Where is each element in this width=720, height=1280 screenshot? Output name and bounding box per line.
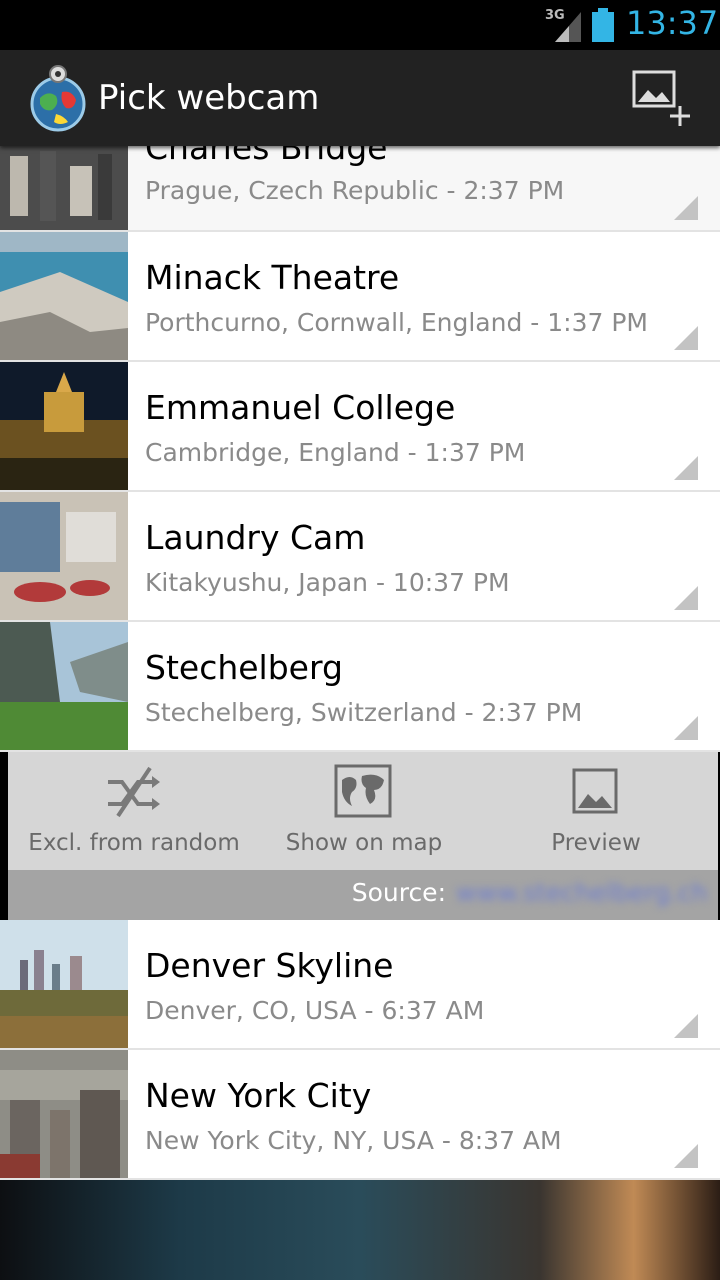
- expand-corner-icon: [674, 1144, 698, 1168]
- partial-list-item[interactable]: [0, 1180, 720, 1280]
- globe-webcam-icon[interactable]: [26, 64, 90, 132]
- list-item[interactable]: Laundry Cam Kitakyushu, Japan - 10:37 PM: [0, 492, 720, 622]
- webcam-title: Stechelberg: [145, 648, 343, 687]
- source-bar: Source: www.stechelberg.ch: [8, 870, 718, 920]
- status-bar: 3G 13:37: [0, 0, 720, 50]
- webcam-location-time: Cambridge, England - 1:37 PM: [145, 438, 526, 467]
- webcam-thumbnail: [0, 1050, 128, 1178]
- webcam-title: Denver Skyline: [145, 946, 394, 985]
- image-preview-icon: [572, 768, 618, 814]
- webcam-thumbnail: [0, 622, 128, 750]
- webcam-thumbnail: [0, 232, 128, 360]
- battery-icon: [592, 8, 614, 42]
- expand-corner-icon: [674, 1014, 698, 1038]
- add-image-button[interactable]: [632, 70, 694, 128]
- webcam-location-time: Stechelberg, Switzerland - 2:37 PM: [145, 698, 583, 727]
- webcam-thumbnail: [0, 146, 128, 230]
- expand-corner-icon: [674, 586, 698, 610]
- webcam-location-time: Porthcurno, Cornwall, England - 1:37 PM: [145, 308, 648, 337]
- expand-corner-icon: [674, 196, 698, 220]
- shuffle-off-icon: [108, 766, 160, 818]
- webcam-list: Charles Bridge Prague, Czech Republic - …: [0, 146, 720, 1280]
- list-item[interactable]: Minack Theatre Porthcurno, Cornwall, Eng…: [0, 232, 720, 362]
- signal-icon: 3G: [545, 8, 585, 42]
- show-on-map-button[interactable]: Show on map: [246, 762, 482, 862]
- list-item[interactable]: Emmanuel College Cambridge, England - 1:…: [0, 362, 720, 492]
- exclude-label: Excl. from random: [28, 830, 240, 856]
- expand-corner-icon: [674, 716, 698, 740]
- webcam-thumbnail: [0, 362, 128, 490]
- webcam-title: Laundry Cam: [145, 518, 366, 557]
- page-title: Pick webcam: [98, 78, 320, 118]
- webcam-title: Charles Bridge: [145, 146, 388, 167]
- webcam-thumbnail: [0, 920, 128, 1048]
- webcam-location-time: Denver, CO, USA - 6:37 AM: [145, 996, 485, 1025]
- preview-button[interactable]: Preview: [478, 762, 714, 862]
- add-image-icon: [632, 70, 690, 126]
- webcam-title: New York City: [145, 1076, 372, 1115]
- map-label: Show on map: [285, 830, 443, 856]
- webcam-location-time: Prague, Czech Republic - 2:37 PM: [145, 176, 565, 205]
- webcam-thumbnail: [0, 492, 128, 620]
- list-item[interactable]: New York City New York City, NY, USA - 8…: [0, 1050, 720, 1180]
- list-item[interactable]: Charles Bridge Prague, Czech Republic - …: [0, 146, 720, 232]
- list-item-selected[interactable]: Stechelberg Stechelberg, Switzerland - 2…: [0, 622, 720, 752]
- webcam-location-time: New York City, NY, USA - 8:37 AM: [145, 1126, 562, 1155]
- source-link[interactable]: www.stechelberg.ch: [456, 878, 708, 907]
- webcam-location-time: Kitakyushu, Japan - 10:37 PM: [145, 568, 510, 597]
- expand-corner-icon: [674, 456, 698, 480]
- list-item[interactable]: Denver Skyline Denver, CO, USA - 6:37 AM: [0, 920, 720, 1050]
- webcam-title: Minack Theatre: [145, 258, 400, 297]
- clock: 13:37: [626, 4, 719, 42]
- action-bar: Pick webcam: [0, 50, 720, 146]
- expand-corner-icon: [674, 326, 698, 350]
- exclude-from-random-button[interactable]: Excl. from random: [16, 762, 252, 862]
- source-label: Source:: [351, 878, 446, 907]
- webcam-title: Emmanuel College: [145, 388, 456, 427]
- preview-label: Preview: [551, 830, 641, 856]
- map-icon: [334, 764, 392, 818]
- actions-row: Excl. from random Show on map Preview: [8, 752, 718, 870]
- expanded-actions-panel: Excl. from random Show on map Preview So…: [0, 752, 720, 920]
